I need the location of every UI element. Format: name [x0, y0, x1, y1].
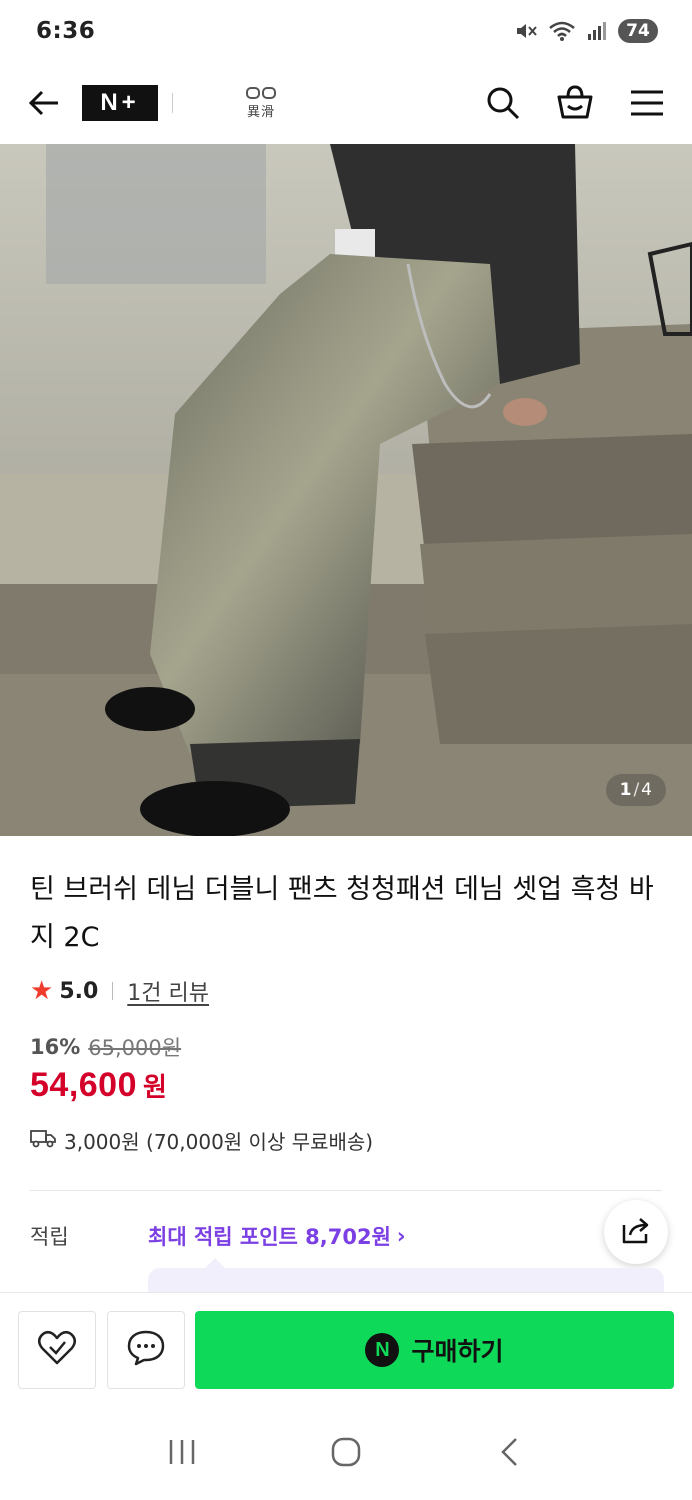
product-photo [0, 144, 692, 836]
naver-plus-logo[interactable]: N+ [82, 85, 158, 121]
store-brand-text: 異滑 [246, 104, 275, 120]
discount-row: 16% 65,000원 [30, 1032, 181, 1062]
menu-icon[interactable] [628, 84, 666, 122]
buy-button[interactable]: N 구매하기 [195, 1311, 674, 1389]
system-back-icon[interactable] [480, 1422, 540, 1482]
share-icon [620, 1215, 652, 1249]
rating-divider [112, 982, 114, 1000]
header-actions [484, 84, 666, 122]
chevron-right-icon: › [396, 1224, 406, 1248]
shopping-bag-icon[interactable] [556, 84, 594, 122]
truck-icon [30, 1128, 56, 1153]
battery-level: 74 [618, 19, 658, 43]
share-button[interactable] [604, 1200, 668, 1264]
heart-check-icon [37, 1330, 77, 1370]
naver-pay-icon: N [365, 1333, 400, 1367]
app-header: N+ 異滑 [0, 62, 692, 144]
chat-bubble-icon [126, 1329, 166, 1371]
points-value[interactable]: 최대 적립 포인트 8,702원 [148, 1221, 391, 1251]
shipping-info: 3,000원 (70,000원 이상 무료배송) [30, 1126, 373, 1155]
system-nav-bar [0, 1404, 692, 1500]
points-label: 적립 [30, 1225, 69, 1249]
mute-icon [514, 20, 538, 42]
banner-notch [205, 1258, 225, 1278]
sale-price: 54,600 [30, 1066, 137, 1104]
image-counter-current: 1 [619, 780, 632, 800]
star-icon: ★ [30, 976, 54, 1006]
back-arrow-icon[interactable] [26, 85, 62, 121]
rating-row: ★ 5.0 1건 리뷰 [30, 974, 209, 1008]
store-brand-logo[interactable]: 異滑 [243, 83, 279, 123]
image-counter: 1/4 [605, 774, 666, 806]
status-time: 6:36 [36, 18, 96, 44]
shipping-text: 3,000원 (70,000원 이상 무료배송) [64, 1130, 374, 1154]
image-counter-separator: / [633, 780, 640, 800]
purchase-bar: N 구매하기 [0, 1292, 692, 1404]
wishlist-button[interactable] [18, 1311, 96, 1389]
review-count-link[interactable]: 1건 리뷰 [127, 975, 209, 1007]
rating-value: 5.0 [59, 978, 99, 1004]
product-title: 틴 브러쉬 데님 더블니 팬츠 청청패션 데님 셋업 흑청 바지 2C [30, 874, 654, 953]
status-icons: 74 [514, 19, 658, 43]
points-row[interactable]: 적립 최대 적립 포인트 8,702원 › [30, 1218, 406, 1254]
sale-price-row: 54,600 원 [30, 1066, 167, 1105]
search-icon[interactable] [484, 84, 522, 122]
home-icon[interactable] [316, 1422, 376, 1482]
recent-apps-icon[interactable] [152, 1422, 212, 1482]
talk-talk-button[interactable] [107, 1311, 185, 1389]
logo-divider [172, 93, 173, 113]
wifi-icon [548, 20, 576, 42]
section-divider [30, 1190, 662, 1191]
original-price: 65,000원 [88, 1036, 182, 1060]
sale-price-unit: 원 [143, 1073, 167, 1103]
signal-icon [586, 20, 608, 42]
image-counter-total: 4 [641, 780, 652, 800]
status-bar: 6:36 74 [0, 0, 692, 62]
discount-percent: 16% [30, 1035, 81, 1059]
product-image[interactable]: 1/4 [0, 144, 692, 836]
buy-button-label: 구매하기 [411, 1337, 504, 1366]
